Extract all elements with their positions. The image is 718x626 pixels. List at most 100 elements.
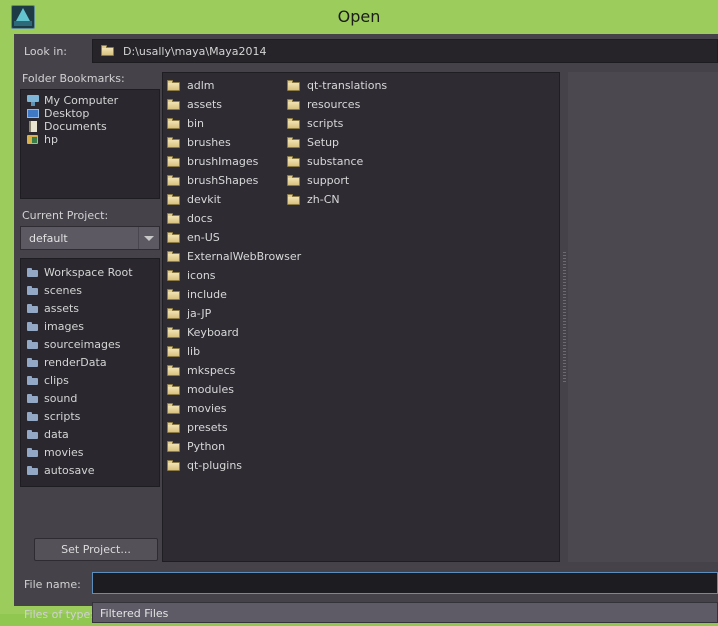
bookmark-item[interactable]: Desktop bbox=[21, 107, 159, 120]
project-folder-item[interactable]: data bbox=[21, 425, 159, 443]
file-list-item-label: Setup bbox=[307, 136, 340, 149]
file-list-item[interactable]: lib bbox=[167, 342, 297, 361]
project-folder-item[interactable]: renderData bbox=[21, 353, 159, 371]
project-folder-item[interactable]: autosave bbox=[21, 461, 159, 479]
file-list-item-label: mkspecs bbox=[187, 364, 236, 377]
folder-icon bbox=[27, 447, 39, 458]
file-list-item[interactable]: adlm bbox=[167, 76, 297, 95]
project-folder-item[interactable]: scenes bbox=[21, 281, 159, 299]
files-of-type-select[interactable]: Filtered Files bbox=[92, 602, 718, 623]
file-name-input[interactable] bbox=[92, 572, 718, 594]
bookmark-item[interactable]: hp bbox=[21, 133, 159, 146]
file-list-item[interactable]: icons bbox=[167, 266, 297, 285]
current-project-folder-list[interactable]: Workspace Root scenes assets images sourceim… bbox=[20, 258, 160, 487]
file-list-item-label: brushes bbox=[187, 136, 231, 149]
folder-icon bbox=[27, 393, 39, 404]
file-list-item[interactable]: mkspecs bbox=[167, 361, 297, 380]
file-list-item[interactable]: presets bbox=[167, 418, 297, 437]
folder-icon bbox=[167, 98, 181, 111]
file-list-item[interactable]: devkit bbox=[167, 190, 297, 209]
desktop-icon bbox=[27, 108, 39, 119]
file-list-item[interactable]: movies bbox=[167, 399, 297, 418]
folder-icon bbox=[27, 285, 39, 296]
project-folder-item[interactable]: Workspace Root bbox=[21, 263, 159, 281]
project-folder-label: renderData bbox=[44, 355, 107, 369]
file-list-panel[interactable]: adlm assets bin brushes brushImages brushShap… bbox=[162, 72, 560, 562]
set-project-button[interactable]: Set Project... bbox=[34, 538, 158, 561]
file-list-item-label: scripts bbox=[307, 117, 344, 130]
folder-icon bbox=[27, 375, 39, 386]
project-folder-item[interactable]: assets bbox=[21, 299, 159, 317]
look-in-path-field[interactable]: D:\usally\maya\Maya2014 bbox=[92, 39, 718, 63]
chevron-down-icon[interactable] bbox=[138, 227, 159, 249]
project-folder-label: autosave bbox=[44, 463, 95, 477]
bookmark-item[interactable]: My Computer bbox=[21, 94, 159, 107]
file-list-item[interactable]: brushShapes bbox=[167, 171, 297, 190]
file-list-item-label: qt-plugins bbox=[187, 459, 243, 472]
folder-icon bbox=[287, 117, 301, 130]
file-list-item[interactable]: brushImages bbox=[167, 152, 297, 171]
folder-icon bbox=[27, 411, 39, 422]
project-folder-label: images bbox=[44, 319, 84, 333]
folder-icon bbox=[167, 459, 181, 472]
file-list-item[interactable]: assets bbox=[167, 95, 297, 114]
preview-pane bbox=[568, 72, 718, 562]
file-list-item[interactable]: docs bbox=[167, 209, 297, 228]
folder-icon bbox=[167, 421, 181, 434]
file-name-label: File name: bbox=[24, 578, 81, 591]
current-project-select[interactable]: default bbox=[20, 226, 160, 250]
folder-icon bbox=[287, 98, 301, 111]
folder-icon bbox=[27, 134, 39, 145]
file-list-item[interactable]: brushes bbox=[167, 133, 297, 152]
open-file-dialog-window: Open Look in: D:\usally\maya\Maya2014 Fo… bbox=[0, 0, 718, 623]
project-folder-item[interactable]: movies bbox=[21, 443, 159, 461]
project-folder-label: assets bbox=[44, 301, 80, 315]
folder-icon bbox=[167, 231, 181, 244]
current-project-label: Current Project: bbox=[22, 209, 109, 222]
bookmark-item[interactable]: Documents bbox=[21, 120, 159, 133]
folder-icon bbox=[101, 44, 115, 57]
file-list-item-label: substance bbox=[307, 155, 364, 168]
folder-bookmarks-list[interactable]: My Computer Desktop Documents hp bbox=[20, 89, 160, 199]
folder-icon bbox=[27, 321, 39, 332]
project-folder-item[interactable]: sound bbox=[21, 389, 159, 407]
file-list-item[interactable]: support bbox=[287, 171, 437, 190]
file-list-item-label: docs bbox=[187, 212, 213, 225]
folder-icon bbox=[167, 345, 181, 358]
file-list-item[interactable]: zh-CN bbox=[287, 190, 437, 209]
file-list-item[interactable]: Setup bbox=[287, 133, 437, 152]
file-list-item-label: presets bbox=[187, 421, 228, 434]
bookmark-item-label: Documents bbox=[44, 120, 107, 133]
file-list-item-label: modules bbox=[187, 383, 234, 396]
folder-icon bbox=[287, 174, 301, 187]
file-list-item[interactable]: modules bbox=[167, 380, 297, 399]
file-list-item[interactable]: Keyboard bbox=[167, 323, 297, 342]
project-folder-item[interactable]: scripts bbox=[21, 407, 159, 425]
folder-icon bbox=[167, 326, 181, 339]
project-folder-label: scripts bbox=[44, 409, 81, 423]
project-folder-item[interactable]: clips bbox=[21, 371, 159, 389]
folder-icon bbox=[167, 364, 181, 377]
bookmark-item-label: Desktop bbox=[44, 107, 90, 120]
file-list-item[interactable]: qt-plugins bbox=[167, 456, 297, 475]
file-list-item[interactable]: qt-translations bbox=[287, 76, 437, 95]
title-bar: Open bbox=[0, 0, 718, 34]
project-folder-item[interactable]: images bbox=[21, 317, 159, 335]
file-list-item-label: Keyboard bbox=[187, 326, 239, 339]
file-list-item[interactable]: Python bbox=[167, 437, 297, 456]
project-folder-item[interactable]: sourceimages bbox=[21, 335, 159, 353]
file-list-item[interactable]: bin bbox=[167, 114, 297, 133]
splitter-grip[interactable] bbox=[563, 252, 566, 382]
file-list-item[interactable]: scripts bbox=[287, 114, 437, 133]
bookmark-item-label: hp bbox=[44, 133, 58, 146]
file-list-item[interactable]: substance bbox=[287, 152, 437, 171]
file-list-item[interactable]: en-US bbox=[167, 228, 297, 247]
file-list-item[interactable]: ExternalWebBrowser bbox=[167, 247, 301, 266]
project-folder-label: sound bbox=[44, 391, 78, 405]
file-list-item[interactable]: ja-JP bbox=[167, 304, 297, 323]
file-list-item[interactable]: resources bbox=[287, 95, 437, 114]
folder-icon bbox=[27, 267, 39, 278]
folder-icon bbox=[167, 288, 181, 301]
file-list-item[interactable]: include bbox=[167, 285, 297, 304]
file-list-column-1: adlm assets bin brushes brushImages brushShap… bbox=[167, 76, 301, 475]
